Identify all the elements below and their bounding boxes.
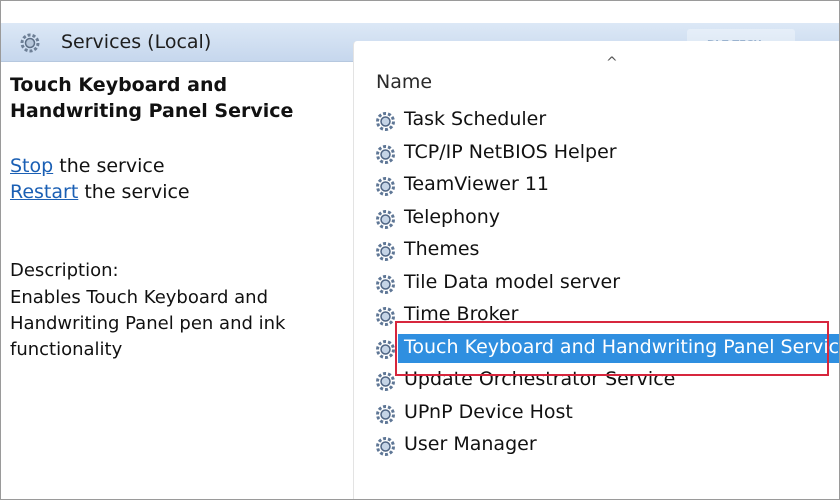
column-header-name[interactable]: Name [376, 71, 432, 93]
description-label: Description: [10, 260, 119, 281]
stop-action-suffix: the service [53, 155, 165, 177]
service-name: Task Scheduler [404, 108, 547, 130]
list-item[interactable]: Task Scheduler [354, 105, 839, 138]
description-text: Enables Touch Keyboard and Handwriting P… [10, 287, 286, 360]
service-name: Tile Data model server [404, 270, 621, 293]
services-list-pane: ^ Name Task Scheduler TCP/IP NetBIOS Help… [353, 41, 840, 499]
service-gear-icon [376, 112, 395, 131]
restart-service-link[interactable]: Restart [10, 181, 78, 203]
service-gear-icon [376, 437, 395, 456]
list-item[interactable]: Telephony [354, 203, 839, 236]
header-title: Services (Local) [61, 31, 212, 53]
service-gear-icon [376, 404, 395, 424]
service-name: TeamViewer 11 [404, 173, 550, 195]
list-item[interactable]: UPnP Device Host [354, 398, 839, 431]
service-name: Themes [404, 238, 480, 260]
restart-action: Restart the service [10, 181, 190, 203]
stop-action: Stop the service [10, 155, 165, 177]
service-name: User Manager [404, 433, 537, 455]
service-gear-icon [376, 307, 395, 326]
stop-service-link[interactable]: Stop [10, 155, 53, 177]
service-details-pane: Touch Keyboard and Handwriting Panel Ser… [1, 62, 353, 499]
service-name: Touch Keyboard and Handwriting Panel Ser… [404, 335, 840, 358]
list-item[interactable]: Tile Data model server [354, 268, 839, 301]
service-name: TCP/IP NetBIOS Helper [404, 140, 617, 163]
service-gear-icon [376, 242, 395, 261]
list-item[interactable]: Themes [354, 235, 839, 268]
service-name: Update Orchestrator Service [404, 368, 676, 390]
list-item[interactable]: TeamViewer 11 [354, 170, 839, 203]
service-name: Time Broker [404, 303, 519, 325]
list-item[interactable]: Update Orchestrator Service [354, 365, 839, 398]
service-gear-icon [376, 209, 395, 229]
restart-action-suffix: the service [78, 181, 190, 203]
services-list: Task Scheduler TCP/IP NetBIOS Helper TeamV… [354, 105, 840, 463]
service-gear-icon [376, 339, 395, 359]
list-item-selected[interactable]: Touch Keyboard and Handwriting Panel Ser… [354, 333, 840, 366]
service-name: Telephony [404, 205, 501, 228]
list-item[interactable]: User Manager [354, 430, 839, 463]
list-item[interactable]: TCP/IP NetBIOS Helper [354, 138, 839, 171]
service-name: UPnP Device Host [404, 400, 573, 423]
list-item[interactable]: Time Broker [354, 300, 839, 333]
sort-ascending-icon[interactable]: ^ [606, 55, 618, 71]
services-window: Services (Local) DLZ TECH Touch Keyboard… [0, 0, 840, 500]
service-gear-icon [376, 372, 395, 391]
service-gear-icon [376, 177, 395, 196]
gears-icon [20, 33, 40, 53]
service-gear-icon [376, 144, 395, 164]
service-gear-icon [376, 274, 395, 294]
selected-service-title: Touch Keyboard and Handwriting Panel Ser… [10, 74, 294, 122]
